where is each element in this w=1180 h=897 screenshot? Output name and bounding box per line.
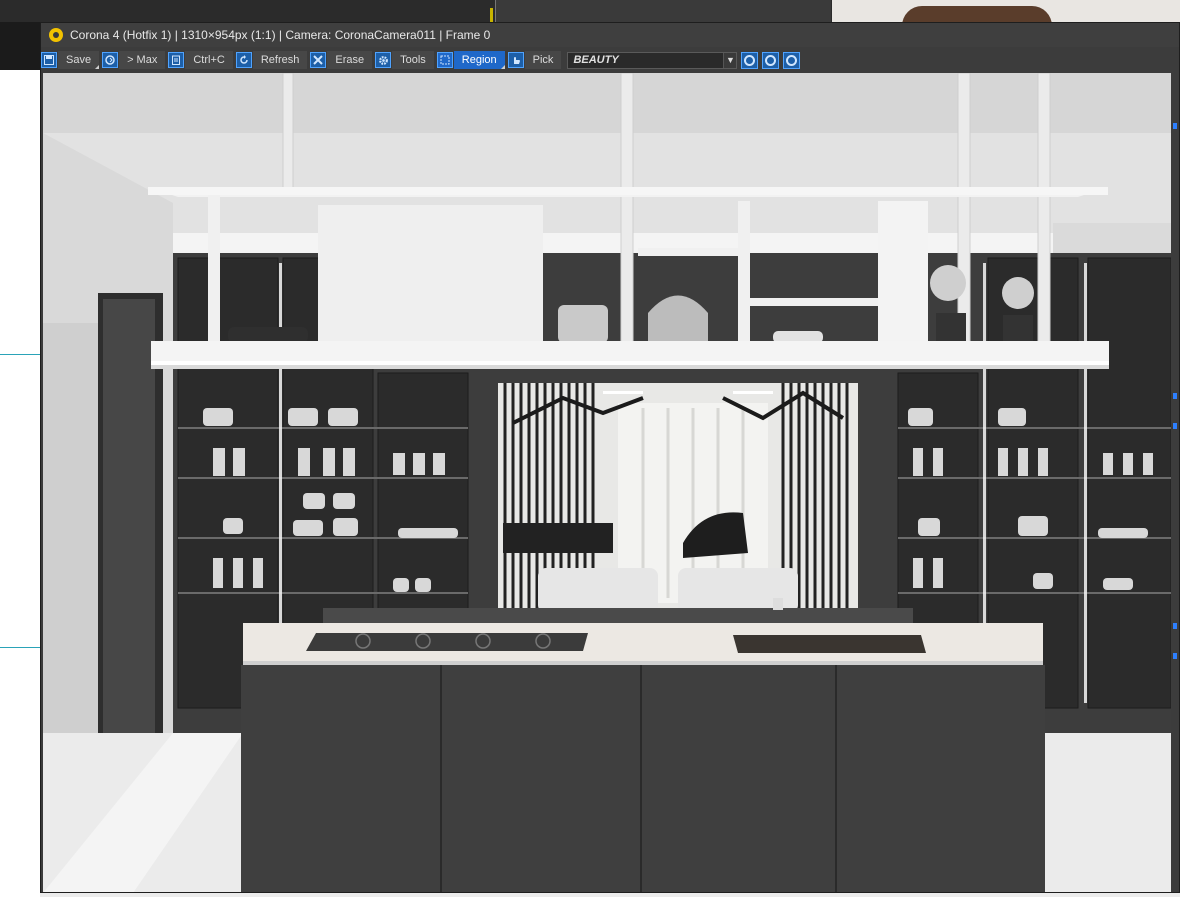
panel-marker bbox=[1173, 423, 1177, 429]
copy-clipboard-label: Ctrl+C bbox=[185, 51, 233, 69]
refresh-button[interactable]: Refresh bbox=[235, 50, 308, 70]
zoom-fit-button[interactable] bbox=[783, 51, 801, 69]
window-title: Corona 4 (Hotfix 1) | 1310×954px (1:1) |… bbox=[70, 28, 491, 42]
right-scroll-strip[interactable] bbox=[1171, 73, 1179, 892]
corona-logo-icon bbox=[49, 28, 63, 42]
copy-to-max-button[interactable]: > Max bbox=[102, 50, 166, 70]
background-left-strip bbox=[0, 22, 42, 70]
copy-to-max-icon bbox=[102, 52, 119, 68]
gear-icon bbox=[375, 52, 392, 68]
zoom-in-button[interactable] bbox=[741, 51, 759, 69]
clipboard-icon bbox=[168, 52, 185, 68]
background-photo bbox=[832, 0, 1180, 26]
save-icon bbox=[41, 52, 57, 68]
render-channel-select[interactable]: BEAUTY ▼ bbox=[567, 51, 738, 69]
background-divider bbox=[0, 647, 42, 648]
background-left-panel bbox=[0, 70, 42, 897]
erase-label: Erase bbox=[327, 51, 373, 69]
zoom-out-icon bbox=[765, 54, 777, 66]
zoom-fit-icon bbox=[786, 54, 798, 66]
tools-label: Tools bbox=[392, 51, 434, 69]
tools-button[interactable]: Tools bbox=[375, 50, 434, 70]
background-window-edge bbox=[495, 0, 831, 22]
zoom-in-icon bbox=[744, 54, 756, 66]
refresh-icon bbox=[235, 52, 252, 68]
copy-clipboard-button[interactable]: Ctrl+C bbox=[168, 50, 233, 70]
rendered-kitchen-image bbox=[43, 73, 1171, 892]
region-icon bbox=[436, 52, 453, 68]
save-label: Save bbox=[58, 51, 100, 69]
zoom-out-button[interactable] bbox=[762, 51, 780, 69]
corona-framebuffer-window[interactable]: Corona 4 (Hotfix 1) | 1310×954px (1:1) |… bbox=[40, 22, 1180, 893]
panel-marker bbox=[1173, 393, 1177, 399]
panel-marker bbox=[1173, 623, 1177, 629]
background-divider bbox=[0, 354, 42, 355]
panel-marker bbox=[1173, 653, 1177, 659]
pick-button[interactable]: Pick bbox=[507, 50, 562, 70]
region-button[interactable]: Region bbox=[436, 50, 505, 70]
erase-icon bbox=[310, 52, 327, 68]
background-accent-line bbox=[490, 8, 493, 22]
region-label: Region bbox=[453, 51, 505, 69]
render-viewport[interactable] bbox=[43, 73, 1171, 892]
chevron-down-icon[interactable]: ▼ bbox=[723, 52, 737, 68]
copy-to-max-label: > Max bbox=[119, 51, 166, 69]
save-button[interactable]: Save bbox=[41, 50, 100, 70]
render-channel-value: BEAUTY bbox=[573, 54, 619, 66]
panel-marker bbox=[1173, 123, 1177, 129]
pick-label: Pick bbox=[524, 51, 562, 69]
hand-pick-icon bbox=[507, 52, 524, 68]
toolbar: Save > Max Ctrl+C Refresh Erase Tools Re… bbox=[41, 49, 1179, 71]
erase-button[interactable]: Erase bbox=[310, 50, 373, 70]
refresh-label: Refresh bbox=[252, 51, 308, 69]
background-bottom bbox=[40, 893, 1180, 897]
title-bar[interactable]: Corona 4 (Hotfix 1) | 1310×954px (1:1) |… bbox=[41, 23, 1179, 47]
